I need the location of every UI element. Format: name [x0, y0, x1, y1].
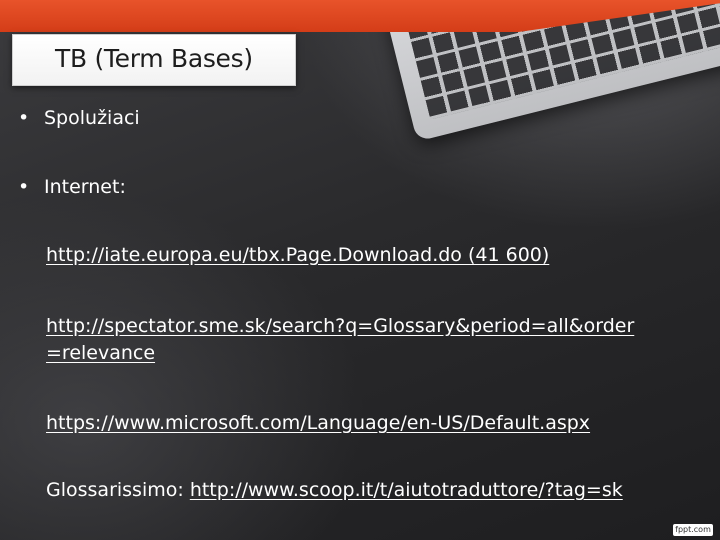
link-spectator-line1[interactable]: http://spectator.sme.sk/search?q=Glossar…	[46, 315, 634, 337]
bullet-item-classmates: • Spolužiaci	[18, 107, 140, 129]
link-iate[interactable]: http://iate.europa.eu/tbx.Page.Download.…	[46, 244, 549, 266]
bullet-text: Spolužiaci	[44, 107, 140, 129]
link-microsoft[interactable]: https://www.microsoft.com/Language/en-US…	[46, 412, 590, 434]
bullet-item-internet: • Internet:	[18, 176, 126, 198]
glossarissimo-line: Glossarissimo: http://www.scoop.it/t/aiu…	[46, 479, 623, 501]
link-scoop[interactable]: http://www.scoop.it/t/aiutotraduttore/?t…	[190, 479, 623, 501]
link-spectator-line2[interactable]: =relevance	[46, 342, 155, 364]
fppt-watermark: fppt.com	[673, 524, 713, 536]
slide-background: TB (Term Bases) • Spolužiaci • Internet: h…	[0, 0, 720, 540]
bullet-text: Internet:	[44, 176, 126, 198]
bullet-marker: •	[18, 176, 30, 198]
bullet-marker: •	[18, 107, 30, 129]
glossarissimo-label: Glossarissimo:	[46, 479, 190, 501]
slide-content: • Spolužiaci • Internet: http://iate.europ…	[0, 0, 720, 540]
